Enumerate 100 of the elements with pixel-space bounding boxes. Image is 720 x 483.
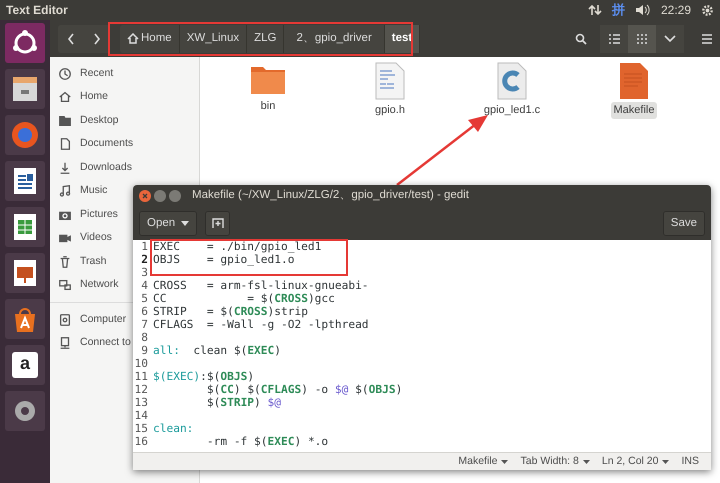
- line-number: 7: [141, 318, 148, 331]
- breadcrumb-button[interactable]: ZLG: [247, 24, 284, 52]
- sidebar-item[interactable]: Network: [58, 274, 119, 297]
- text-file-icon: [375, 62, 405, 100]
- caret-icon: [501, 460, 508, 464]
- sidebar-item[interactable]: Desktop: [58, 109, 119, 132]
- chevron-down-icon: [664, 34, 676, 42]
- line-number: 9: [141, 344, 148, 357]
- sidebar-item[interactable]: Recent: [58, 62, 114, 86]
- line-number: 2: [141, 253, 148, 266]
- cursor-position-selector[interactable]: Ln 2, Col 20: [602, 454, 670, 470]
- line-number: 12: [134, 383, 148, 396]
- spreadsheet-icon[interactable]: [5, 207, 45, 247]
- breadcrumb-button[interactable]: Home: [120, 24, 180, 52]
- code-line: $(STRIP) $@: [206, 396, 282, 409]
- new-tab-button[interactable]: [205, 211, 230, 236]
- list-view-button[interactable]: [600, 24, 628, 52]
- sidebar-item[interactable]: Downloads: [58, 156, 132, 180]
- code-line: OBJS = gpio_led1.o: [152, 253, 294, 266]
- music-icon: [58, 184, 72, 198]
- breadcrumb-button[interactable]: XW_Linux: [180, 24, 248, 52]
- line-number: 5: [141, 292, 148, 305]
- tab-width-selector[interactable]: Tab Width: 8: [520, 454, 590, 470]
- code-line: CFLAGS = -Wall -g -O2 -lpthread: [152, 318, 369, 331]
- close-icon: [142, 193, 148, 199]
- file-cabinet-icon[interactable]: [5, 69, 45, 109]
- document-icon: [58, 137, 72, 152]
- file-item[interactable]: bin: [207, 62, 329, 114]
- caret-icon: [582, 460, 590, 464]
- home-icon: [127, 33, 139, 44]
- drive-icon: [58, 312, 72, 327]
- home-icon: [58, 90, 72, 104]
- sidebar-item[interactable]: Connect to: [58, 332, 131, 355]
- line-number: 3: [141, 266, 148, 279]
- store-letter: a: [12, 352, 38, 378]
- text-document-icon[interactable]: [5, 161, 45, 201]
- sidebar-item[interactable]: Music: [58, 180, 108, 203]
- sidebar-item[interactable]: Computer: [58, 308, 126, 332]
- line-number: 10: [134, 357, 148, 370]
- browser-icon[interactable]: [5, 115, 45, 155]
- presentation-icon[interactable]: [5, 253, 45, 293]
- code-line: $(EXEC):$(OBJS): [152, 370, 254, 383]
- grid-view-button[interactable]: [628, 24, 656, 52]
- insert-mode: INS: [681, 454, 699, 469]
- back-button[interactable]: [58, 24, 84, 52]
- network-arrows-icon[interactable]: [588, 4, 602, 16]
- code-line: clean:: [152, 422, 194, 435]
- sidebar-item[interactable]: Documents: [58, 132, 134, 156]
- trash-icon: [58, 254, 72, 269]
- sidebar-item[interactable]: Trash: [58, 250, 106, 274]
- maximize-button[interactable]: [169, 190, 181, 202]
- caret-icon: [181, 221, 190, 226]
- minimize-button[interactable]: [154, 190, 166, 202]
- editor-title: Makefile (~/XW_Linux/ZLG/2、gpio_driver/test) - gedit: [192, 188, 469, 204]
- line-number: 8: [141, 331, 148, 344]
- caret-icon: [662, 460, 670, 464]
- input-method-indicator[interactable]: 拼: [612, 0, 625, 20]
- folder-icon: [58, 114, 72, 128]
- line-number: 13: [134, 396, 148, 409]
- breadcrumb-button[interactable]: test: [384, 24, 420, 52]
- code-line: $(CC) $(CFLAGS) -o $@ $(OBJS): [206, 383, 402, 396]
- line-number: 16: [134, 435, 148, 448]
- code-line: EXEC = ./bin/gpio_led1: [152, 240, 322, 253]
- sidebar-item[interactable]: Videos: [58, 226, 112, 250]
- ubuntu-logo-icon[interactable]: [5, 23, 45, 63]
- window-title: Text Editor: [6, 2, 68, 19]
- file-item[interactable]: gpio_led1.c: [451, 62, 573, 118]
- line-number: 6: [141, 305, 148, 318]
- chevron-left-icon: [67, 32, 75, 44]
- shopping-bag-icon[interactable]: [5, 299, 45, 339]
- new-tab-icon: [212, 218, 224, 229]
- chevron-right-icon: [93, 32, 101, 44]
- file-item[interactable]: gpio.h: [329, 62, 451, 118]
- search-icon: [575, 32, 587, 44]
- file-item[interactable]: Makefile: [573, 62, 695, 118]
- gear-icon[interactable]: [701, 4, 714, 16]
- server-icon: [58, 336, 72, 350]
- language-selector[interactable]: Makefile: [458, 454, 508, 470]
- line-number: 1: [141, 240, 148, 253]
- clock-time[interactable]: 22:29: [660, 1, 691, 19]
- code-line: STRIP = $(CROSS)strip: [152, 305, 308, 318]
- line-number: 4: [141, 279, 148, 292]
- line-number: 14: [134, 409, 148, 422]
- sidebar-item[interactable]: Home: [58, 86, 108, 109]
- dropdown-button[interactable]: [656, 24, 684, 52]
- save-button[interactable]: Save: [662, 211, 705, 236]
- code-line: -rm -f $(EXEC) *.o: [206, 435, 328, 448]
- code-line: CROSS = arm-fsl-linux-gnueabi-: [152, 279, 369, 292]
- menu-icon: [702, 34, 712, 44]
- grid-icon: [637, 34, 647, 44]
- sidebar-item[interactable]: Pictures: [58, 203, 118, 226]
- code-line: CC = $(CROSS)gcc: [152, 292, 335, 305]
- line-number: 11: [134, 370, 148, 383]
- volume-icon[interactable]: [634, 4, 651, 16]
- forward-button[interactable]: [84, 24, 110, 52]
- network-icon: [58, 278, 72, 292]
- line-number: 15: [134, 422, 148, 435]
- open-button[interactable]: Open: [139, 211, 198, 236]
- close-button[interactable]: [139, 190, 151, 202]
- clock-icon: [58, 66, 72, 81]
